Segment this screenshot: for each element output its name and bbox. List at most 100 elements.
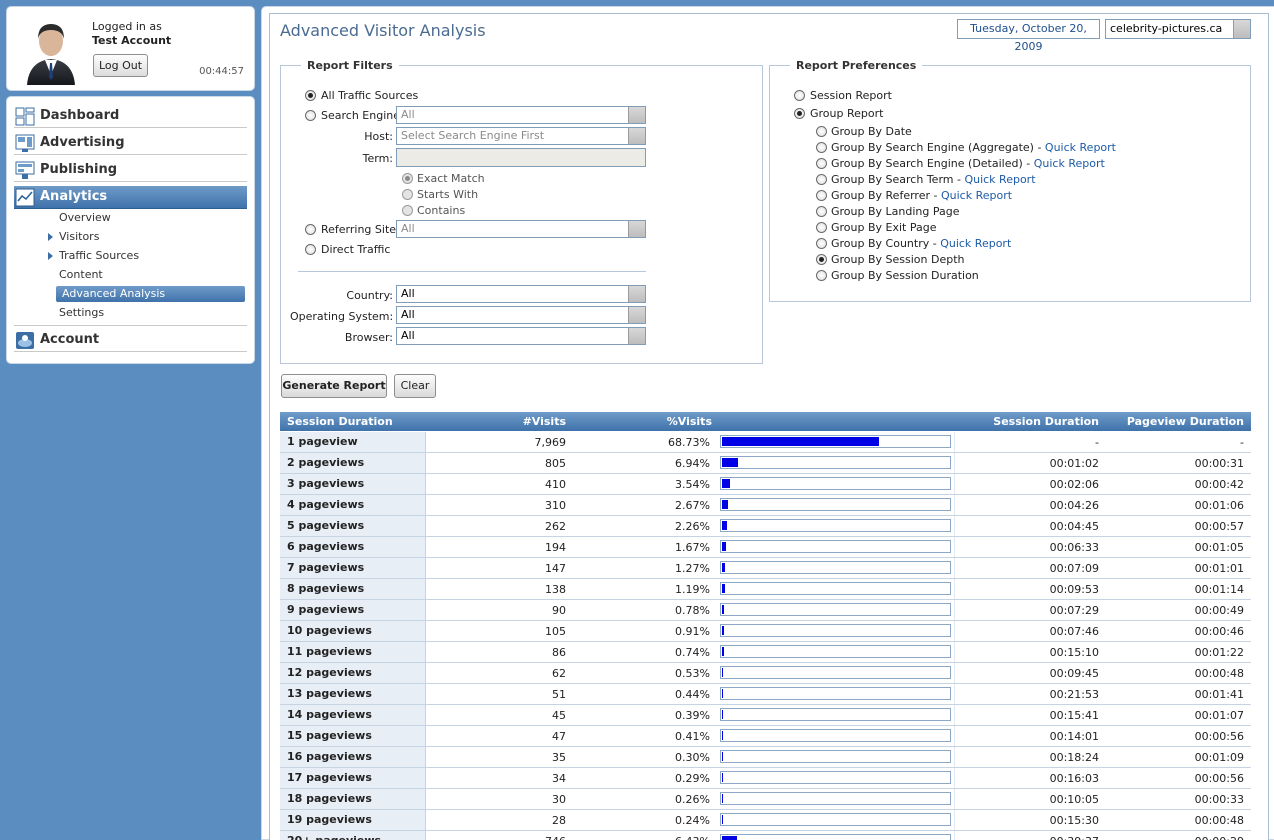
col-visits[interactable]: #Visits	[426, 415, 566, 428]
visits-cell: 28	[552, 814, 566, 827]
group-option-radio[interactable]	[816, 174, 827, 185]
dropdown-arrow-icon[interactable]	[628, 307, 645, 323]
percent-cell: 1.19%	[675, 583, 710, 596]
subnav-traffic-sources[interactable]: Traffic Sources	[59, 248, 139, 264]
group-report-radio[interactable]	[794, 108, 805, 119]
group-option-text: Group By Date	[831, 125, 912, 138]
nav-advertising[interactable]: Advertising	[14, 132, 247, 155]
table-row: 6 pageviews 194 1.67% 00:06:33 00:01:05	[280, 537, 1251, 558]
percent-bar-fill	[722, 752, 723, 761]
group-option-radio[interactable]	[816, 190, 827, 201]
expand-arrow-icon[interactable]	[48, 252, 53, 260]
dropdown-arrow-icon[interactable]	[628, 328, 645, 344]
search-engine-radio[interactable]	[305, 110, 316, 121]
quick-report-link[interactable]: Quick Report	[941, 189, 1012, 202]
percent-cell: 6.94%	[675, 457, 710, 470]
referring-site-select[interactable]: All	[396, 220, 646, 238]
group-option-radio[interactable]	[816, 238, 827, 249]
table-row: 10 pageviews 105 0.91% 00:07:46 00:00:46	[280, 621, 1251, 642]
nav-publishing[interactable]: Publishing	[14, 159, 247, 182]
browser-select[interactable]: All	[396, 327, 646, 345]
dropdown-arrow-icon[interactable]	[1233, 20, 1250, 38]
group-option-label: Group By Session Duration	[831, 269, 979, 282]
percent-bar	[720, 708, 951, 721]
site-select[interactable]: celebrity-pictures.ca	[1105, 19, 1251, 39]
pageview-duration-cell: 00:01:07	[1194, 709, 1244, 722]
exact-match-radio[interactable]	[402, 173, 413, 184]
term-input[interactable]	[396, 148, 646, 167]
percent-cell: 0.26%	[675, 793, 710, 806]
search-engine-select[interactable]: All	[396, 106, 646, 124]
generate-report-button[interactable]: Generate Report	[281, 374, 387, 398]
nav-label: Dashboard	[40, 108, 120, 123]
subnav-content[interactable]: Content	[59, 267, 103, 283]
percent-bar-fill	[722, 626, 724, 635]
account-icon	[16, 332, 34, 349]
logout-button[interactable]: Log Out	[93, 54, 148, 77]
pageview-duration-cell: 00:00:46	[1194, 625, 1244, 638]
content-area: Advanced Visitor Analysis Tuesday, Octob…	[269, 13, 1269, 840]
nav-label: Publishing	[40, 162, 118, 177]
country-select[interactable]: All	[396, 285, 646, 303]
percent-bar-fill	[722, 815, 723, 824]
contains-radio[interactable]	[402, 205, 413, 216]
nav-dashboard[interactable]: Dashboard	[14, 105, 247, 128]
clear-button[interactable]: Clear	[394, 374, 436, 398]
quick-report-link[interactable]: Quick Report	[1034, 157, 1105, 170]
col-pageview-duration[interactable]: Pageview Duration	[1099, 415, 1244, 428]
percent-bar	[720, 666, 951, 679]
group-option-radio[interactable]	[816, 158, 827, 169]
row-label: 13 pageviews	[280, 684, 426, 704]
sidebar-nav: Dashboard Advertising Publishing Analyti…	[6, 96, 255, 364]
date-picker[interactable]: Tuesday, October 20, 2009	[957, 19, 1100, 53]
group-option-radio[interactable]	[816, 126, 827, 137]
percent-bar	[720, 519, 951, 532]
referring-site-value: All	[401, 222, 415, 235]
referring-site-label: Referring Site:	[321, 223, 400, 236]
referring-site-radio[interactable]	[305, 224, 316, 235]
subnav-visitors[interactable]: Visitors	[59, 229, 99, 245]
quick-report-link[interactable]: Quick Report	[1045, 141, 1116, 154]
dropdown-arrow-icon[interactable]	[628, 286, 645, 302]
row-label: 17 pageviews	[280, 768, 426, 788]
group-option-radio[interactable]	[816, 222, 827, 233]
dropdown-arrow-icon[interactable]	[628, 221, 645, 237]
nav-analytics[interactable]: Analytics	[14, 186, 247, 209]
pageview-duration-cell: 00:00:29	[1099, 835, 1244, 840]
percent-bar-fill	[722, 773, 723, 782]
nav-account[interactable]: Account	[14, 329, 247, 352]
group-option-radio[interactable]	[816, 142, 827, 153]
table-row: 16 pageviews 35 0.30% 00:18:24 00:01:09	[280, 747, 1251, 768]
starts-with-radio[interactable]	[402, 189, 413, 200]
subnav-overview[interactable]: Overview	[59, 210, 111, 226]
quick-report-link[interactable]: Quick Report	[964, 173, 1035, 186]
all-traffic-radio[interactable]	[305, 90, 316, 101]
col-session-duration-time[interactable]: Session Duration	[955, 415, 1099, 428]
host-select[interactable]: Select Search Engine First	[396, 127, 646, 145]
row-label: 20+ pageviews	[280, 831, 426, 840]
dropdown-arrow-icon[interactable]	[628, 107, 645, 123]
group-option-radio[interactable]	[816, 270, 827, 281]
session-report-radio[interactable]	[794, 90, 805, 101]
group-option-radio[interactable]	[816, 254, 827, 265]
group-option-radio[interactable]	[816, 206, 827, 217]
pageview-duration-cell: 00:00:49	[1194, 604, 1244, 617]
dropdown-arrow-icon[interactable]	[628, 128, 645, 144]
pageview-duration-cell: 00:00:31	[1194, 457, 1244, 470]
expand-arrow-icon[interactable]	[48, 233, 53, 241]
group-option-label: Group By Search Term - Quick Report	[831, 173, 1036, 186]
col-session-duration[interactable]: Session Duration	[287, 415, 393, 428]
col-percent-visits[interactable]: %Visits	[566, 415, 712, 428]
direct-traffic-radio[interactable]	[305, 244, 316, 255]
pageview-duration-cell: 00:01:06	[1194, 499, 1244, 512]
session-duration-cell: 00:15:41	[1049, 709, 1099, 722]
subnav-advanced-analysis[interactable]: Advanced Analysis	[56, 286, 245, 302]
percent-bar-fill	[722, 605, 724, 614]
host-value: Select Search Engine First	[401, 129, 545, 142]
os-select[interactable]: All	[396, 306, 646, 324]
subnav-settings[interactable]: Settings	[59, 305, 104, 321]
row-label: 10 pageviews	[280, 621, 426, 641]
quick-report-link[interactable]: Quick Report	[940, 237, 1011, 250]
table-row: 11 pageviews 86 0.74% 00:15:10 00:01:22	[280, 642, 1251, 663]
visits-cell: 90	[552, 604, 566, 617]
